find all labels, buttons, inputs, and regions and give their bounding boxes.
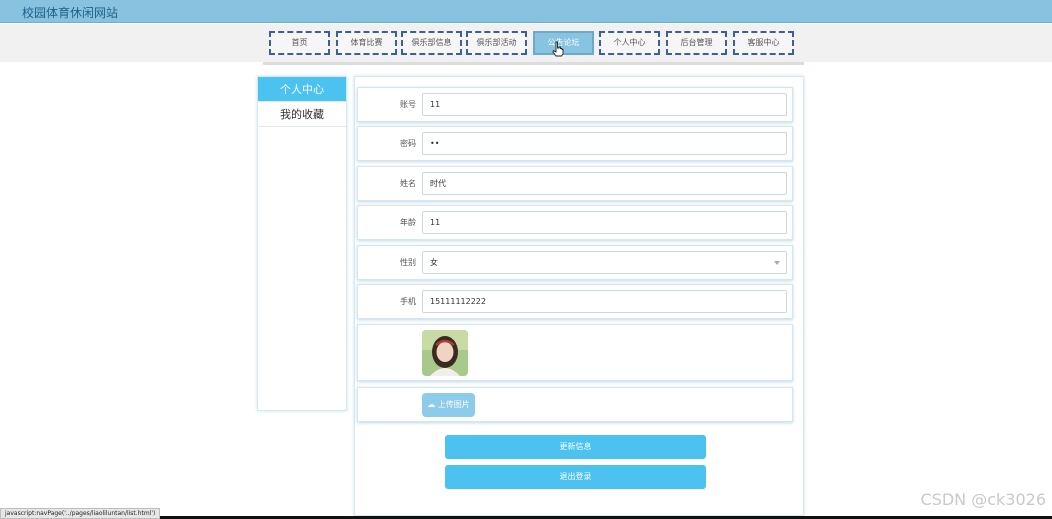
nav-item-sports-match[interactable]: 体育比赛	[336, 31, 397, 55]
gender-select[interactable]: 女	[422, 251, 787, 274]
account-row: 账号 11	[357, 87, 793, 122]
sidebar-item-favorites[interactable]: 我的收藏	[258, 102, 346, 127]
logout-button[interactable]: 退出登录	[445, 465, 706, 489]
avatar-row	[357, 324, 793, 381]
nav-item-admin[interactable]: 后台管理	[666, 31, 727, 55]
gender-value: 女	[430, 258, 438, 267]
sidebar-item-profile[interactable]: 个人中心	[258, 77, 346, 102]
nav-item-customer-service[interactable]: 客服中心	[733, 31, 794, 55]
nav-divider	[263, 62, 804, 65]
phone-input[interactable]: 15111112222	[422, 290, 787, 313]
cloud-upload-icon: ☁	[427, 400, 436, 409]
nav-item-club-activity[interactable]: 俱乐部活动	[466, 31, 527, 55]
avatar	[422, 330, 468, 376]
top-header-bar: 校园体育休闲网站	[0, 0, 1052, 23]
age-label: 年龄	[400, 218, 416, 227]
account-input[interactable]: 11	[422, 93, 787, 116]
status-bar-url: javascript:navPage('../pages/liaolilunta…	[0, 508, 161, 519]
name-row: 姓名 时代	[357, 166, 793, 201]
password-label: 密码	[400, 139, 416, 148]
account-label: 账号	[400, 100, 416, 109]
upload-row: ☁ 上传图片	[357, 387, 793, 422]
update-info-button[interactable]: 更新信息	[445, 435, 706, 459]
chevron-down-icon	[774, 261, 780, 265]
avatar-photo	[422, 330, 468, 376]
age-input[interactable]: 11	[422, 211, 787, 234]
upload-image-button[interactable]: ☁ 上传图片	[422, 393, 475, 417]
password-input[interactable]: ••	[422, 132, 787, 155]
gender-label: 性别	[400, 258, 416, 267]
watermark: CSDN @ck3026	[920, 490, 1046, 509]
nav-item-profile[interactable]: 个人中心	[599, 31, 660, 55]
name-input[interactable]: 时代	[422, 172, 787, 195]
nav-item-club-info[interactable]: 俱乐部信息	[401, 31, 462, 55]
phone-row: 手机 15111112222	[357, 284, 793, 319]
upload-image-label: 上传图片	[437, 400, 470, 409]
nav-item-home[interactable]: 首页	[269, 31, 330, 55]
phone-label: 手机	[400, 297, 416, 306]
age-row: 年龄 11	[357, 205, 793, 240]
sidebar: 个人中心 我的收藏	[257, 76, 347, 411]
hand-cursor-icon	[552, 41, 564, 57]
name-label: 姓名	[400, 179, 416, 188]
password-row: 密码 ••	[357, 126, 793, 161]
gender-row: 性别 女	[357, 245, 793, 280]
site-title: 校园体育休闲网站	[22, 6, 119, 20]
